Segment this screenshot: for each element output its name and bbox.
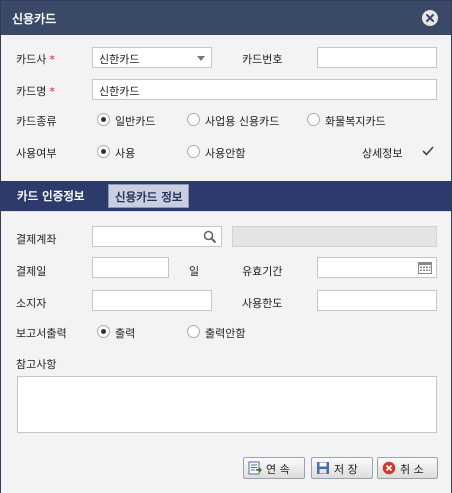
cancel-button-label: 취 소 bbox=[400, 463, 424, 476]
dialog-title: 신용카드 bbox=[12, 12, 57, 26]
card-number-input[interactable] bbox=[317, 47, 437, 68]
tab-card-auth[interactable]: 카드 인증정보 bbox=[11, 184, 90, 208]
card-company-value: 신한카드 bbox=[99, 53, 140, 66]
radio-label: 화물복지카드 bbox=[325, 115, 386, 128]
notes-textarea[interactable] bbox=[17, 376, 437, 433]
card-company-label: 카드사 * bbox=[16, 53, 55, 66]
radio-dot bbox=[97, 113, 110, 126]
credit-card-dialog: 신용카드 카드사 * 신한카드 카드번호 카드명 * 신한카드 카드종류 일반카드 … bbox=[0, 0, 452, 493]
tab-panel bbox=[1, 211, 451, 493]
payment-account-input[interactable] bbox=[92, 226, 222, 247]
limit-label: 사용한도 bbox=[242, 297, 283, 310]
payment-day-suffix: 일 bbox=[189, 265, 200, 278]
radio-label: 사용안함 bbox=[205, 147, 246, 160]
title-bar[interactable]: 신용카드 bbox=[1, 1, 451, 35]
limit-input[interactable] bbox=[317, 290, 437, 311]
continue-button[interactable]: 연 속 bbox=[243, 457, 305, 479]
radio-label: 출력 bbox=[115, 327, 136, 340]
cancel-button[interactable]: 취 소 bbox=[377, 457, 438, 479]
radio-dot bbox=[187, 113, 200, 126]
holder-input[interactable] bbox=[92, 290, 212, 311]
expiry-input[interactable] bbox=[317, 257, 437, 278]
card-name-label: 카드명 * bbox=[16, 85, 55, 98]
close-icon[interactable] bbox=[422, 10, 438, 26]
tab-credit-card-info[interactable]: 신용카드 정보 bbox=[108, 184, 190, 208]
tab-bar: 카드 인증정보 신용카드 정보 bbox=[1, 181, 451, 211]
payment-account-label: 결제계좌 bbox=[16, 233, 57, 246]
radio-label: 출력안함 bbox=[205, 327, 246, 340]
radio-dot bbox=[187, 325, 200, 338]
required-mark: * bbox=[49, 85, 55, 98]
cancel-icon bbox=[382, 461, 396, 475]
holder-label: 소지자 bbox=[16, 297, 47, 310]
radio-dot bbox=[97, 325, 110, 338]
calendar-icon[interactable] bbox=[418, 262, 432, 277]
chevron-down-icon bbox=[197, 56, 205, 61]
expiry-label: 유효기간 bbox=[242, 265, 283, 278]
card-number-label: 카드번호 bbox=[242, 53, 283, 66]
radio-dot bbox=[187, 145, 200, 158]
save-icon bbox=[316, 461, 330, 475]
save-button-label: 저 장 bbox=[334, 463, 358, 476]
card-company-select[interactable]: 신한카드 bbox=[92, 47, 212, 68]
payment-day-input[interactable] bbox=[92, 257, 169, 278]
continue-icon bbox=[248, 461, 263, 475]
radio-label: 사용 bbox=[115, 147, 136, 160]
radio-label: 사업용 신용카드 bbox=[205, 115, 280, 128]
card-name-input[interactable]: 신한카드 bbox=[92, 79, 437, 100]
radio-dot bbox=[97, 145, 110, 158]
save-button[interactable]: 저 장 bbox=[311, 457, 373, 479]
details-checkbox[interactable] bbox=[421, 144, 434, 157]
notes-label: 참고사항 bbox=[16, 358, 57, 371]
payment-account-name-field bbox=[232, 226, 437, 247]
card-type-label: 카드종류 bbox=[16, 115, 57, 128]
radio-label: 일반카드 bbox=[115, 115, 156, 128]
payment-day-label: 결제일 bbox=[16, 265, 47, 278]
usage-label: 사용여부 bbox=[16, 147, 57, 160]
report-output-label: 보고서출력 bbox=[16, 327, 67, 340]
radio-dot bbox=[307, 113, 320, 126]
continue-button-label: 연 속 bbox=[266, 463, 290, 476]
search-icon[interactable] bbox=[203, 230, 217, 246]
required-mark: * bbox=[49, 53, 55, 66]
details-label: 상세정보 bbox=[362, 147, 403, 160]
